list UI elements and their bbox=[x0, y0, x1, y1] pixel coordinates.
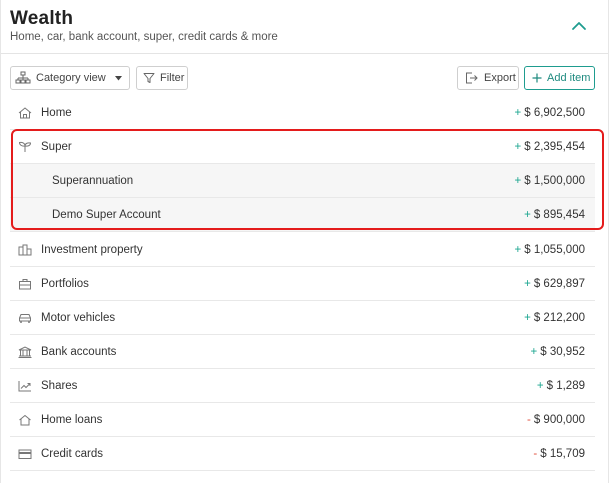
bank-icon bbox=[18, 346, 32, 358]
plus-icon bbox=[532, 73, 542, 83]
collapse-button[interactable] bbox=[567, 14, 591, 38]
item-name: Superannuation bbox=[52, 174, 134, 187]
item-value: + $ 30,952 bbox=[530, 345, 585, 358]
item-name: Credit cards bbox=[41, 447, 103, 460]
house-outline-icon bbox=[19, 414, 31, 426]
filter-button[interactable]: Filter bbox=[136, 66, 188, 90]
list-item-home[interactable]: Home + $ 6,902,500 bbox=[10, 96, 595, 130]
wealth-card: Wealth Home, car, bank account, super, c… bbox=[0, 0, 609, 483]
item-name: Portfolios bbox=[41, 277, 89, 290]
wealth-header: Wealth Home, car, bank account, super, c… bbox=[1, 0, 608, 54]
toolbar: Category view Filter Export Add item bbox=[1, 66, 608, 92]
item-name: Home loans bbox=[41, 413, 103, 426]
category-view-label: Category view bbox=[36, 72, 106, 84]
item-value: + $ 1,500,000 bbox=[514, 174, 585, 187]
item-value: + $ 1,055,000 bbox=[514, 243, 585, 256]
sprout-icon bbox=[18, 141, 32, 152]
page-title: Wealth bbox=[10, 8, 74, 29]
briefcase-icon bbox=[19, 279, 31, 290]
item-value: + $ 2,395,454 bbox=[514, 140, 585, 153]
item-value: + $ 212,200 bbox=[524, 311, 585, 324]
list-item-bank-accounts[interactable]: Bank accounts + $ 30,952 bbox=[10, 335, 595, 369]
list-item-credit-cards[interactable]: Credit cards - $ 15,709 bbox=[10, 437, 595, 471]
export-label: Export bbox=[484, 72, 516, 84]
item-name: Investment property bbox=[41, 243, 143, 256]
item-value: - $ 900,000 bbox=[526, 413, 585, 426]
item-value: + $ 895,454 bbox=[524, 208, 585, 221]
add-item-button[interactable]: Add item bbox=[524, 66, 595, 90]
credit-card-icon bbox=[18, 449, 32, 459]
item-name: Super bbox=[41, 140, 72, 153]
home-icon bbox=[18, 107, 32, 119]
list-item-demo-super-account[interactable]: Demo Super Account + $ 895,454 bbox=[10, 198, 595, 232]
chevron-up-icon bbox=[572, 22, 586, 30]
list-item-motor-vehicles[interactable]: Motor vehicles + $ 212,200 bbox=[10, 301, 595, 335]
export-icon bbox=[466, 72, 478, 84]
item-name: Bank accounts bbox=[41, 345, 117, 358]
filter-icon bbox=[143, 73, 155, 83]
hierarchy-icon bbox=[15, 71, 31, 84]
export-button[interactable]: Export bbox=[457, 66, 519, 90]
page-subtitle: Home, car, bank account, super, credit c… bbox=[10, 31, 278, 43]
filter-label: Filter bbox=[160, 72, 185, 84]
list-item-home-loans[interactable]: Home loans - $ 900,000 bbox=[10, 403, 595, 437]
list-item-superannuation[interactable]: Superannuation + $ 1,500,000 bbox=[10, 164, 595, 198]
item-value: + $ 6,902,500 bbox=[514, 106, 585, 119]
category-view-dropdown[interactable]: Category view bbox=[10, 66, 130, 90]
trend-up-icon bbox=[18, 381, 31, 392]
item-value: - $ 15,709 bbox=[533, 447, 585, 460]
buildings-icon bbox=[18, 244, 32, 256]
item-name: Demo Super Account bbox=[52, 208, 161, 221]
add-item-label: Add item bbox=[547, 72, 591, 84]
caret-down-icon bbox=[115, 76, 122, 81]
list-item-super[interactable]: Super + $ 2,395,454 bbox=[10, 130, 595, 164]
item-value: + $ 1,289 bbox=[536, 379, 585, 392]
car-icon bbox=[19, 314, 31, 323]
item-name: Motor vehicles bbox=[41, 311, 116, 324]
list-item-investment-property[interactable]: Investment property + $ 1,055,000 bbox=[10, 233, 595, 267]
item-value: + $ 629,897 bbox=[524, 277, 585, 290]
list-item-portfolios[interactable]: Portfolios + $ 629,897 bbox=[10, 267, 595, 301]
list-item-shares[interactable]: Shares + $ 1,289 bbox=[10, 369, 595, 403]
item-name: Home bbox=[41, 106, 72, 119]
item-name: Shares bbox=[41, 379, 78, 392]
